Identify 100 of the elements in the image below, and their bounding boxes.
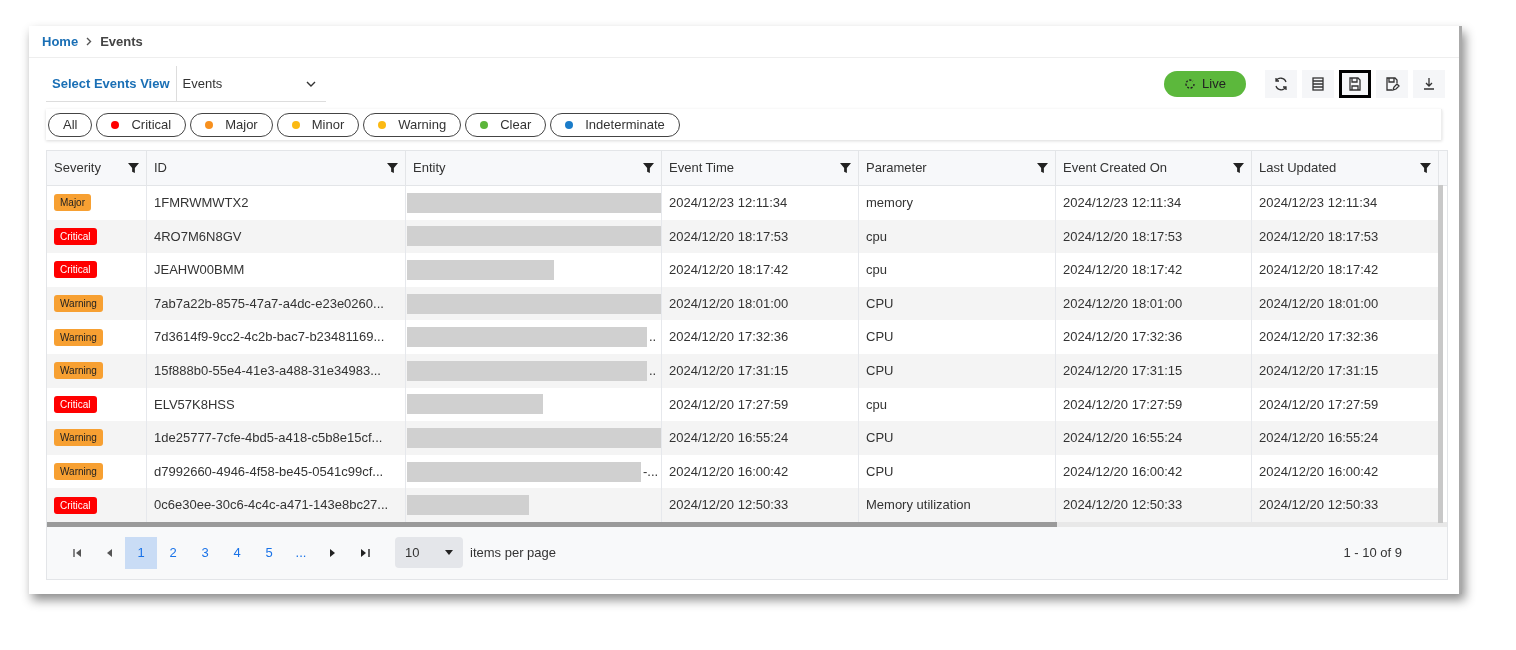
severity-filter-chip[interactable]: Clear: [465, 112, 547, 137]
table-cell-text: CPU: [866, 429, 894, 448]
severity-filter-chip[interactable]: All: [48, 112, 93, 137]
severity-filter-chip[interactable]: Major: [190, 112, 273, 137]
column-header[interactable]: Event Created On: [1056, 151, 1252, 185]
table-cell-text: 2024/12/20 16:00:42: [1063, 462, 1183, 481]
table-cell-text: 0c6e30ee-30c6-4c4c-a471-143e8bc27...: [154, 496, 389, 515]
table-cell-text: 2024/12/23 12:11:34: [669, 194, 788, 213]
table-cell-text: memory: [866, 194, 913, 213]
page-size-dropdown[interactable]: 10: [395, 537, 463, 569]
table-cell-text: 2024/12/20 17:27:59: [1063, 395, 1183, 414]
page-button[interactable]: 2: [157, 536, 189, 569]
table-cell-text: 2024/12/23 12:11:34: [1063, 194, 1182, 213]
list-icon: [1310, 76, 1326, 92]
table-cell-text: 2024/12/20 16:55:24: [1259, 429, 1379, 448]
table-cell-text: Memory utilization: [866, 496, 971, 515]
table-cell-text: 2024/12/20 18:01:00: [1259, 294, 1379, 313]
table-cell-text: cpu: [866, 227, 887, 246]
filter-icon[interactable]: [1233, 162, 1244, 174]
table-cell-text: 2024/12/20 17:27:59: [669, 395, 789, 414]
table-cell-text: CPU: [866, 294, 894, 313]
table-cell-text: 2024/12/20 18:17:53: [1063, 227, 1183, 246]
toolbar-button[interactable]: [1265, 70, 1297, 98]
table-cell-text: 2024/12/20 17:32:36: [1063, 328, 1183, 347]
severity-badge: Warning: [54, 295, 103, 313]
refresh-icon: [1184, 78, 1197, 90]
filter-icon[interactable]: [128, 162, 139, 174]
table-cell-text: CPU: [866, 462, 894, 481]
filter-icon[interactable]: [387, 162, 398, 174]
page-button[interactable]: 5: [253, 536, 285, 569]
table-cell-text: CPU: [866, 328, 894, 347]
toolbar-button[interactable]: [1339, 70, 1371, 98]
pagination-summary: 1 - 10 of 9: [1343, 544, 1402, 563]
table-cell-text: 2024/12/20 12:50:33: [1063, 496, 1183, 515]
filter-icon[interactable]: [840, 162, 851, 174]
table-cell-text: cpu: [866, 261, 887, 280]
page-size-label: items per page: [470, 544, 556, 563]
table-cell-text: ELV57K8HSS: [154, 395, 235, 414]
table-cell-text: 2024/12/20 12:50:33: [1259, 496, 1379, 515]
refresh-icon: [1273, 76, 1289, 92]
table-cell-text: 2024/12/20 16:55:24: [1063, 429, 1183, 448]
page-button[interactable]: ...: [285, 536, 317, 569]
table-cell-text: 2024/12/20 17:32:36: [1259, 328, 1379, 347]
table-cell-text: 2024/12/20 17:31:15: [1259, 362, 1379, 380]
table-cell-text: 2024/12/20 18:01:00: [669, 294, 789, 313]
table-cell-text: 2024/12/20 12:50:33: [669, 496, 789, 515]
table-cell-text: 7ab7a22b-8575-47a7-a4dc-e23e0260...: [154, 294, 384, 313]
page-button[interactable]: 4: [221, 536, 253, 569]
vertical-scrollbar[interactable]: [1438, 185, 1443, 523]
severity-filter-chip[interactable]: Indeterminate: [550, 112, 680, 137]
save-edit-icon: [1384, 76, 1400, 92]
column-header[interactable]: Event Time: [662, 151, 859, 185]
table-cell-text: 1de25777-7cfe-4bd5-a418-c5b8e15cf...: [154, 429, 383, 448]
table-cell-text: 2024/12/20 18:17:42: [1259, 261, 1379, 280]
table-cell-text: 2024/12/20 18:17:53: [1259, 227, 1379, 246]
table-cell-text: 2024/12/20 16:55:24: [669, 429, 789, 448]
table-cell-text: 4RO7M6N8GV: [154, 227, 242, 246]
view-dropdown[interactable]: Events: [175, 66, 326, 101]
horizontal-scrollbar[interactable]: [47, 521, 1057, 527]
table-cell-text: 2024/12/20 18:17:53: [669, 227, 789, 246]
severity-badge: Critical: [54, 395, 97, 413]
severity-filter-chip[interactable]: Minor: [276, 112, 360, 137]
severity-badge: Critical: [54, 261, 97, 279]
severity-filter-chip[interactable]: Warning: [363, 112, 462, 137]
severity-filter-chip[interactable]: Critical: [96, 112, 187, 137]
table-cell-text: 2024/12/20 18:01:00: [1063, 294, 1183, 313]
table-cell-text: ..: [649, 328, 657, 347]
breadcrumb-link[interactable]: Home: [42, 31, 79, 52]
severity-badge: Critical: [54, 496, 97, 514]
save-icon: [1347, 76, 1363, 92]
page-button[interactable]: 3: [189, 536, 221, 569]
column-header[interactable]: Entity: [406, 151, 662, 185]
caret-left-icon: [106, 548, 112, 557]
caret-down-icon: [445, 550, 453, 556]
table-cell-text: 2024/12/20 16:00:42: [669, 462, 789, 481]
table-cell-text: 2024/12/23 12:11:34: [1259, 194, 1378, 213]
table-cell-text: cpu: [866, 395, 887, 414]
download-icon: [1421, 76, 1437, 92]
severity-badge: Warning: [54, 328, 103, 346]
table-cell-text: -...: [643, 462, 659, 481]
caret-right-icon: [330, 548, 336, 557]
table-cell-text: 1FMRWMWTX2: [154, 194, 249, 213]
column-header[interactable]: ID: [147, 151, 406, 185]
toolbar-button[interactable]: [1376, 70, 1408, 98]
table-cell-text: 15f888b0-55e4-41e3-a488-31e34983...: [154, 362, 381, 380]
table-cell-text: 2024/12/20 17:31:15: [669, 362, 789, 380]
column-header[interactable]: Parameter: [859, 151, 1056, 185]
column-header[interactable]: Last Updated: [1252, 151, 1439, 185]
filter-icon[interactable]: [1037, 162, 1048, 174]
first-page-icon: [72, 548, 82, 557]
last-page-icon: [360, 548, 370, 557]
table-cell-text: 2024/12/20 17:31:15: [1063, 362, 1183, 380]
column-header[interactable]: Severity: [47, 151, 147, 185]
table-cell-text: 2024/12/20 17:32:36: [669, 328, 789, 347]
filter-icon[interactable]: [1420, 162, 1431, 174]
live-button[interactable]: Live: [1164, 71, 1246, 97]
table-cell-text: CPU: [866, 362, 894, 380]
chevron-right-icon: [86, 37, 93, 46]
filter-icon[interactable]: [643, 162, 654, 174]
breadcrumb-current: Events: [100, 32, 143, 51]
